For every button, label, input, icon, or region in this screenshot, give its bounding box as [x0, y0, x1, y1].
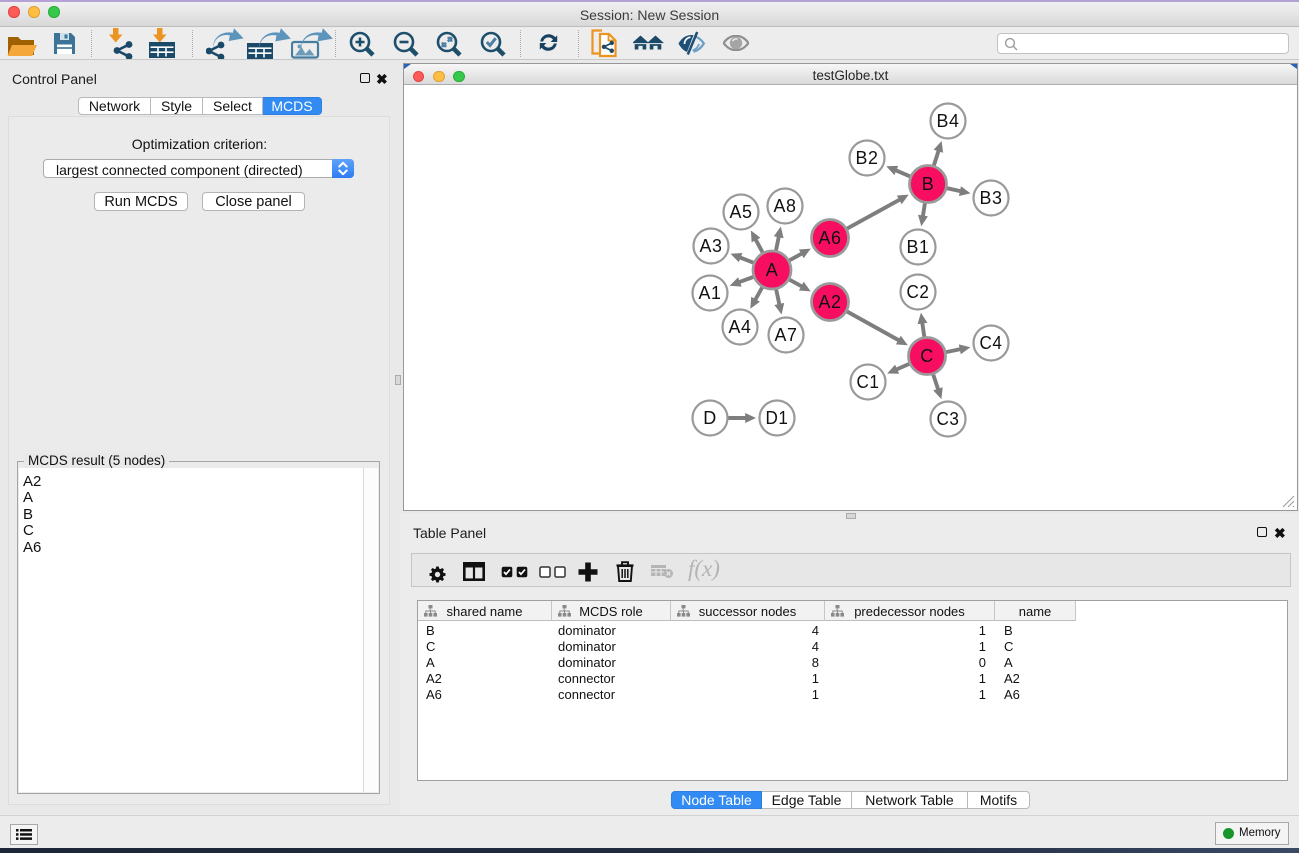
svg-text:A2: A2 — [819, 292, 842, 312]
svg-text:B3: B3 — [980, 188, 1003, 208]
svg-text:D: D — [703, 408, 717, 428]
svg-text:A6: A6 — [819, 228, 842, 248]
svg-text:C3: C3 — [937, 409, 960, 429]
svg-text:A7: A7 — [775, 325, 798, 345]
svg-text:C4: C4 — [980, 333, 1003, 353]
svg-text:A5: A5 — [730, 202, 753, 222]
svg-text:B4: B4 — [937, 111, 960, 131]
svg-text:B2: B2 — [856, 148, 879, 168]
svg-text:B1: B1 — [907, 237, 930, 257]
svg-text:C1: C1 — [857, 372, 880, 392]
svg-text:B: B — [922, 174, 935, 194]
svg-text:D1: D1 — [766, 408, 789, 428]
svg-text:A: A — [766, 260, 779, 280]
svg-text:A8: A8 — [774, 196, 797, 216]
svg-text:C2: C2 — [907, 282, 930, 302]
svg-text:A1: A1 — [699, 283, 722, 303]
svg-text:C: C — [920, 346, 934, 366]
svg-text:A4: A4 — [729, 317, 752, 337]
svg-text:A3: A3 — [700, 236, 723, 256]
